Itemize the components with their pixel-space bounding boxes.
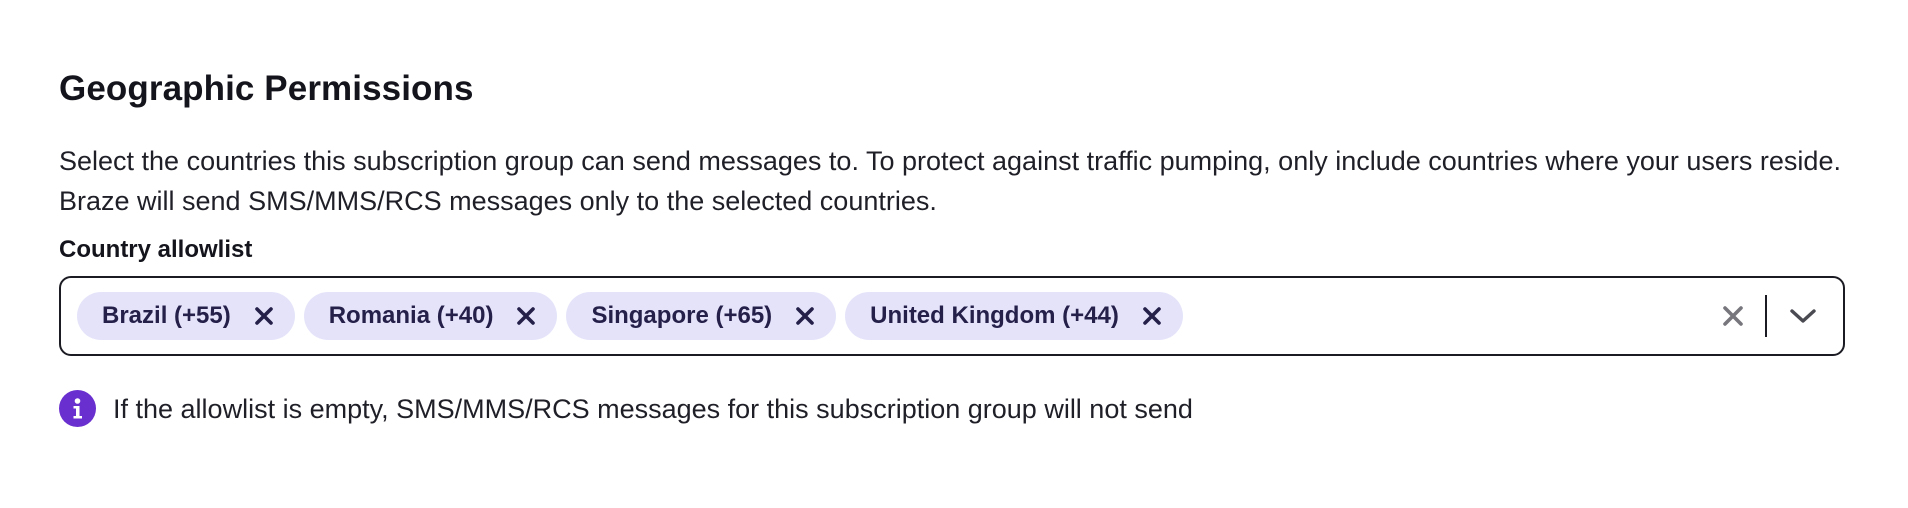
country-chip-label: Romania (+40) [328,302,494,329]
country-allowlist-label: Country allowlist [59,236,253,263]
select-controls [1713,278,1833,354]
country-chip-romania: Romania (+40) [303,292,558,340]
country-chip-singapore: Singapore (+65) [566,292,837,340]
allowlist-info-message: If the allowlist is empty, SMS/MMS/RCS m… [59,390,1849,427]
selected-countries: Brazil (+55) Romania (+40) Singapore (+6… [77,292,1713,340]
country-chip-label: Brazil (+55) [102,302,231,329]
country-chip-united-kingdom: United Kingdom (+44) [845,292,1183,340]
close-icon[interactable] [513,303,539,329]
close-icon[interactable] [251,303,277,329]
close-icon [1723,306,1743,326]
country-chip-label: United Kingdom (+44) [870,302,1119,329]
clear-all-button[interactable] [1713,296,1753,336]
close-icon[interactable] [1139,303,1165,329]
close-icon[interactable] [792,303,818,329]
geographic-permissions-section: Geographic Permissions Select the countr… [59,66,1849,427]
section-title: Geographic Permissions [59,69,474,108]
chevron-down-icon [1790,309,1816,323]
section-description: Select the countries this subscription g… [59,146,1841,216]
country-allowlist-select[interactable]: Brazil (+55) Romania (+40) Singapore (+6… [59,276,1845,356]
info-icon [59,390,96,427]
country-chip-brazil: Brazil (+55) [77,292,295,340]
dropdown-toggle-button[interactable] [1773,296,1833,336]
controls-divider [1765,295,1767,337]
info-text: If the allowlist is empty, SMS/MMS/RCS m… [113,393,1193,424]
country-chip-label: Singapore (+65) [591,302,773,329]
